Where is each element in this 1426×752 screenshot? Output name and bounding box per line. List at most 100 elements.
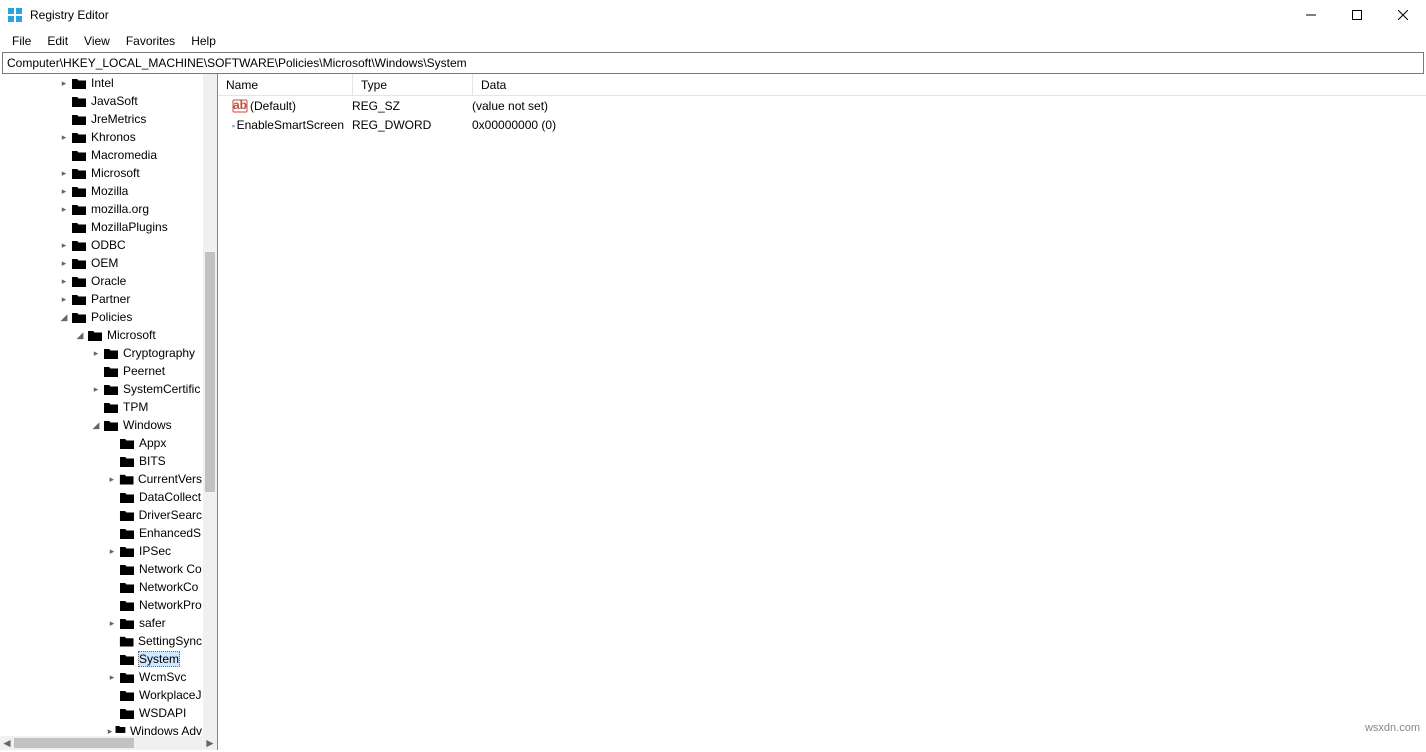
- tree-item[interactable]: JavaSoft: [0, 92, 203, 110]
- tree-item[interactable]: EnhancedS: [0, 524, 203, 542]
- tree-item[interactable]: DriverSearc: [0, 506, 203, 524]
- tree-horizontal-scroll-thumb[interactable]: [14, 738, 134, 748]
- expand-icon[interactable]: ▸: [58, 276, 70, 287]
- tree-item[interactable]: BITS: [0, 452, 203, 470]
- tree-item-label: JavaSoft: [90, 94, 139, 108]
- tree-item[interactable]: ▸mozilla.org: [0, 200, 203, 218]
- tree-item[interactable]: WorkplaceJ: [0, 686, 203, 704]
- tree-item[interactable]: Macromedia: [0, 146, 203, 164]
- folder-icon: [71, 76, 87, 90]
- tree-horizontal-scrollbar[interactable]: ◄ ►: [0, 736, 218, 750]
- tree-item[interactable]: SettingSync: [0, 632, 203, 650]
- scroll-right-arrow-icon[interactable]: ►: [203, 736, 217, 750]
- close-button[interactable]: [1380, 0, 1426, 30]
- tree-item[interactable]: JreMetrics: [0, 110, 203, 128]
- expand-icon[interactable]: ▸: [106, 672, 118, 683]
- values-panel: Name Type Data (Default)REG_SZ(value not…: [218, 74, 1426, 736]
- expand-icon[interactable]: ▸: [58, 258, 70, 269]
- expand-icon[interactable]: ▸: [58, 186, 70, 197]
- tree-item[interactable]: ◢Microsoft: [0, 326, 203, 344]
- tree-item[interactable]: ▸safer: [0, 614, 203, 632]
- folder-icon: [119, 580, 135, 594]
- collapse-icon[interactable]: ◢: [90, 420, 102, 431]
- tree-item[interactable]: ▸WcmSvc: [0, 668, 203, 686]
- minimize-button[interactable]: [1288, 0, 1334, 30]
- expand-icon[interactable]: ▸: [106, 618, 118, 629]
- tree-item[interactable]: ▸IPSec: [0, 542, 203, 560]
- tree-item[interactable]: ▸ Cryptography: [0, 344, 203, 362]
- tree-view[interactable]: ▸ Intel JavaSoft JreMetrics▸Khronos Macromed…: [0, 74, 203, 736]
- expand-icon[interactable]: ▸: [58, 78, 70, 89]
- tree-item[interactable]: ◢ Policies: [0, 308, 203, 326]
- folder-icon: [71, 94, 87, 108]
- collapse-icon[interactable]: ◢: [58, 312, 70, 323]
- maximize-button[interactable]: [1334, 0, 1380, 30]
- expand-icon[interactable]: ▸: [106, 726, 114, 737]
- scroll-track[interactable]: [14, 736, 203, 750]
- tree-item[interactable]: ▸OEM: [0, 254, 203, 272]
- menu-favorites[interactable]: Favorites: [118, 32, 183, 50]
- tree-item[interactable]: Network Co: [0, 560, 203, 578]
- folder-icon: [119, 544, 135, 558]
- tree-vertical-scrollbar[interactable]: [203, 74, 217, 736]
- folder-icon: [71, 130, 87, 144]
- column-type[interactable]: Type: [352, 74, 472, 95]
- column-data[interactable]: Data: [472, 74, 1426, 95]
- menu-file[interactable]: File: [4, 32, 39, 50]
- tree-vertical-scroll-thumb[interactable]: [205, 252, 215, 492]
- expand-icon[interactable]: ▸: [58, 132, 70, 143]
- column-name[interactable]: Name: [218, 78, 352, 92]
- tree-item[interactable]: ▸ Microsoft: [0, 164, 203, 182]
- tree-item[interactable]: WSDAPI: [0, 704, 203, 722]
- value-type: REG_SZ: [344, 99, 464, 113]
- expand-icon[interactable]: ▸: [58, 240, 70, 251]
- tree-item[interactable]: Peernet: [0, 362, 203, 380]
- tree-item[interactable]: ◢ Windows: [0, 416, 203, 434]
- tree-item[interactable]: NetworkCo: [0, 578, 203, 596]
- tree-item[interactable]: ▸Oracle: [0, 272, 203, 290]
- menu-view[interactable]: View: [76, 32, 118, 50]
- tree-item[interactable]: MozillaPlugins: [0, 218, 203, 236]
- tree-item-label: Intel: [90, 76, 115, 90]
- tree-item[interactable]: ▸ Intel: [0, 74, 203, 92]
- tree-item[interactable]: ▸ODBC: [0, 236, 203, 254]
- tree-item-label: Policies: [90, 310, 133, 324]
- tree-item-label: Macromedia: [90, 148, 158, 162]
- tree-item[interactable]: DataCollect: [0, 488, 203, 506]
- expand-icon[interactable]: ▸: [106, 546, 118, 557]
- tree-item-label: Cryptography: [122, 346, 196, 360]
- tree-item[interactable]: ▸Partner: [0, 290, 203, 308]
- expand-icon[interactable]: ▸: [58, 294, 70, 305]
- folder-icon: [71, 256, 87, 270]
- tree-item-label: BITS: [138, 454, 167, 468]
- tree-item[interactable]: ▸Mozilla: [0, 182, 203, 200]
- tree-item-label: Microsoft: [90, 166, 141, 180]
- scroll-left-arrow-icon[interactable]: ◄: [0, 736, 14, 750]
- tree-item[interactable]: Appx: [0, 434, 203, 452]
- tree-item-label: EnhancedS: [138, 526, 202, 540]
- tree-item-label: WorkplaceJ: [138, 688, 202, 702]
- expand-icon[interactable]: ▸: [58, 204, 70, 215]
- tree-item-label: NetworkCo: [138, 580, 199, 594]
- expand-icon[interactable]: ▸: [90, 348, 102, 359]
- value-row[interactable]: EnableSmartScreenREG_DWORD0x00000000 (0): [218, 115, 1426, 134]
- tree-item[interactable]: ▸SystemCertific: [0, 380, 203, 398]
- value-row[interactable]: (Default)REG_SZ(value not set): [218, 96, 1426, 115]
- expand-icon[interactable]: ▸: [58, 168, 70, 179]
- tree-item[interactable]: ▸Windows Adv: [0, 722, 203, 736]
- tree-item[interactable]: ▸Khronos: [0, 128, 203, 146]
- expand-icon[interactable]: ▸: [106, 474, 118, 485]
- expand-icon[interactable]: ▸: [90, 384, 102, 395]
- tree-item[interactable]: ▸CurrentVers: [0, 470, 203, 488]
- collapse-icon[interactable]: ◢: [74, 330, 86, 341]
- tree-item-label: Windows: [122, 418, 173, 432]
- menu-help[interactable]: Help: [183, 32, 224, 50]
- tree-item[interactable]: NetworkPro: [0, 596, 203, 614]
- tree-item-label: TPM: [122, 400, 149, 414]
- tree-item[interactable]: TPM: [0, 398, 203, 416]
- address-bar[interactable]: Computer\HKEY_LOCAL_MACHINE\SOFTWARE\Pol…: [2, 52, 1424, 74]
- folder-icon: [103, 400, 119, 414]
- values-list[interactable]: (Default)REG_SZ(value not set)EnableSmar…: [218, 96, 1426, 134]
- tree-item[interactable]: System: [0, 650, 203, 668]
- menu-edit[interactable]: Edit: [39, 32, 76, 50]
